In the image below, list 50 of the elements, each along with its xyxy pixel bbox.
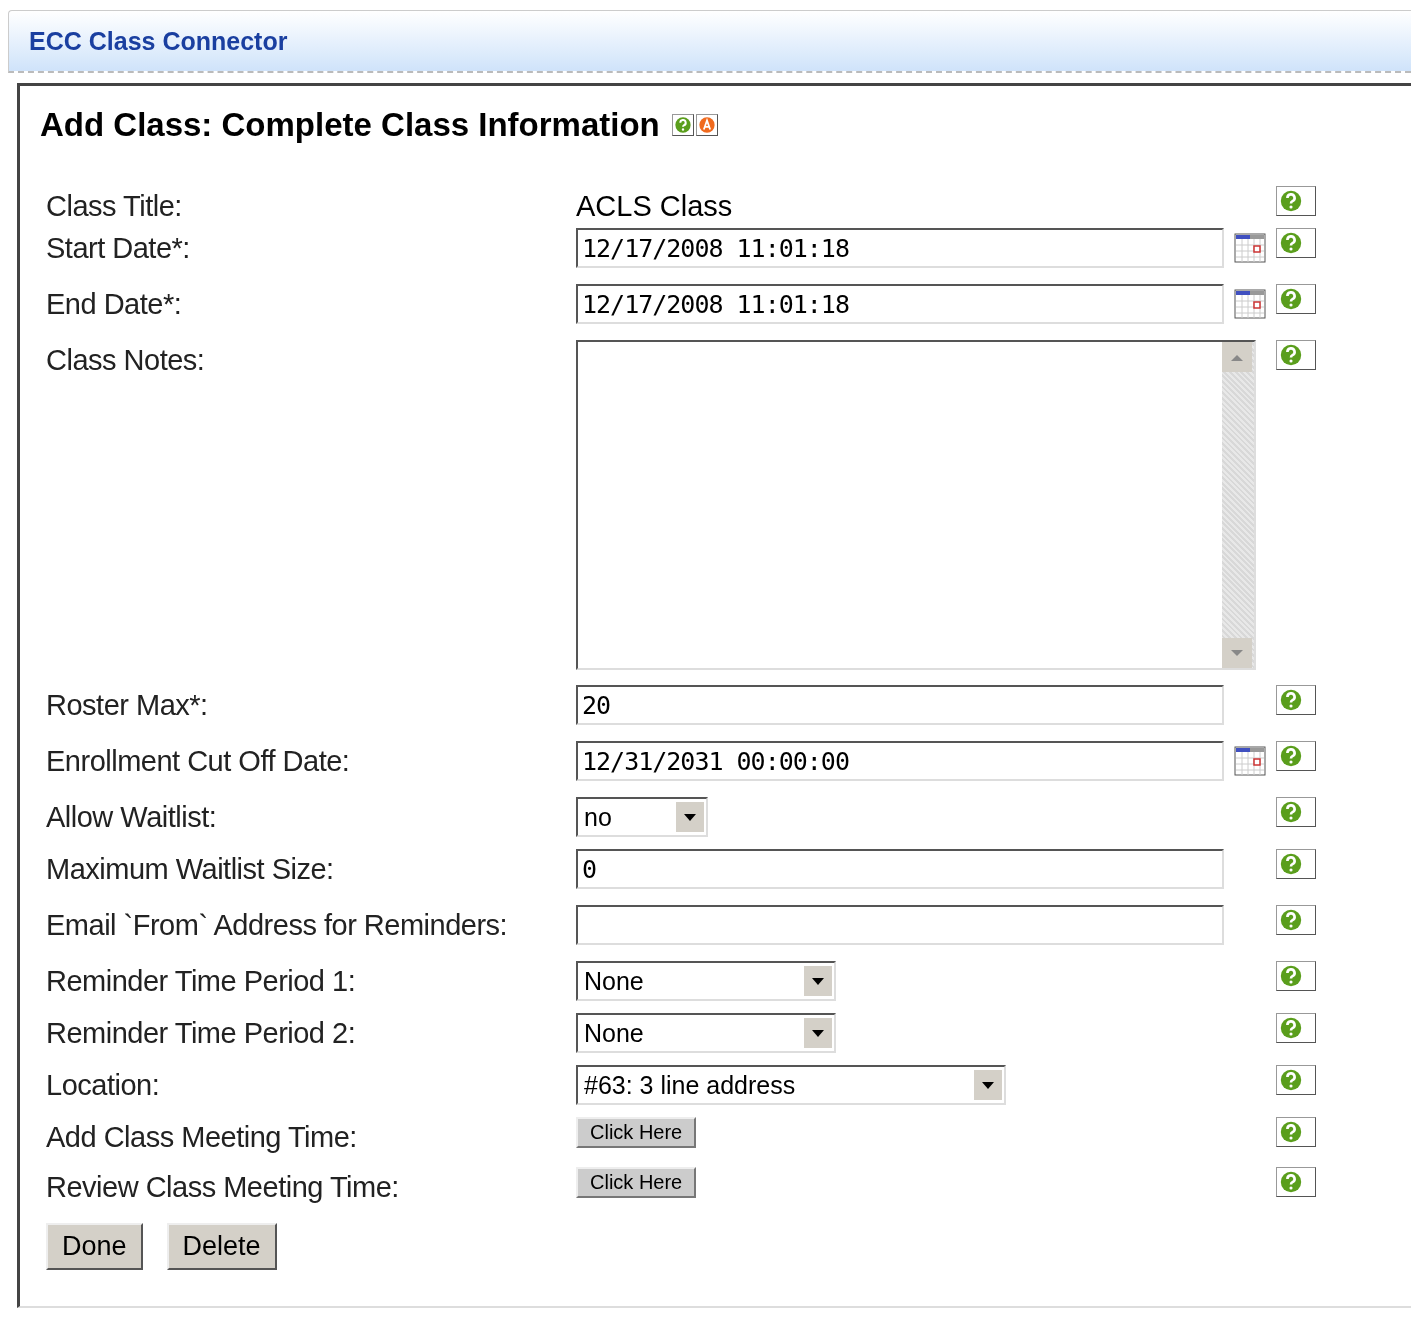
help-icon[interactable] — [1276, 1065, 1316, 1095]
field-label: Maximum Waitlist Size: — [46, 852, 335, 887]
date-field[interactable]: 12/17/2008 11:01:18 — [576, 284, 1224, 324]
field-label: End Date*: — [46, 287, 183, 322]
help-icon[interactable] — [1276, 1117, 1316, 1147]
help-icon[interactable] — [1276, 1013, 1316, 1043]
text-field[interactable] — [576, 905, 1224, 945]
field-label: Class Title: — [46, 189, 183, 224]
help-icon[interactable] — [1276, 905, 1316, 935]
help-icon[interactable] — [1276, 340, 1316, 370]
click-here-button[interactable]: Click Here — [576, 1117, 697, 1148]
page-title: Add Class: Complete Class Information — [40, 106, 660, 144]
date-field[interactable]: 12/31/2031 00:00:00 — [576, 741, 1224, 781]
text-field[interactable]: 0 — [576, 849, 1224, 889]
app-title: ECC Class Connector — [29, 26, 288, 56]
field-label: Class Notes: — [46, 343, 206, 378]
calendar-icon[interactable] — [1234, 233, 1266, 263]
help-icon[interactable] — [1276, 849, 1316, 879]
help-icon[interactable] — [1276, 797, 1316, 827]
calendar-icon[interactable] — [1234, 746, 1266, 776]
help-icon[interactable] — [1276, 685, 1316, 715]
help-icon[interactable] — [1276, 228, 1316, 258]
help-icon[interactable] — [1276, 284, 1316, 314]
dropdown[interactable]: None — [576, 1013, 836, 1053]
help-icon[interactable] — [1276, 961, 1316, 991]
dropdown[interactable]: #63: 3 line address — [576, 1065, 1006, 1105]
help-icon[interactable] — [1276, 1167, 1316, 1197]
field-value: ACLS Class — [576, 189, 733, 224]
field-label: Reminder Time Period 1: — [46, 964, 357, 999]
help-icon[interactable] — [1276, 186, 1316, 216]
field-label: Reminder Time Period 2: — [46, 1016, 357, 1051]
delete-button[interactable]: Delete — [166, 1223, 277, 1270]
help-icon[interactable] — [671, 114, 694, 136]
text-field[interactable]: 20 — [576, 685, 1224, 725]
dropdown[interactable]: no — [576, 797, 708, 837]
field-label: Roster Max*: — [46, 688, 209, 723]
done-button[interactable]: Done — [46, 1223, 143, 1270]
field-label: Add Class Meeting Time: — [46, 1120, 358, 1155]
field-label: Review Class Meeting Time: — [46, 1170, 400, 1205]
field-label: Start Date*: — [46, 231, 191, 266]
dropdown[interactable]: None — [576, 961, 836, 1001]
date-field[interactable]: 12/17/2008 11:01:18 — [576, 228, 1224, 268]
field-label: Email `From` Address for Reminders: — [46, 908, 509, 943]
calendar-icon[interactable] — [1234, 289, 1266, 319]
field-label: Enrollment Cut Off Date: — [46, 744, 351, 779]
click-here-button[interactable]: Click Here — [576, 1167, 697, 1198]
field-label: Location: — [46, 1068, 161, 1103]
field-label: Allow Waitlist: — [46, 800, 218, 835]
alert-icon[interactable] — [695, 114, 718, 136]
help-icon[interactable] — [1276, 741, 1316, 771]
